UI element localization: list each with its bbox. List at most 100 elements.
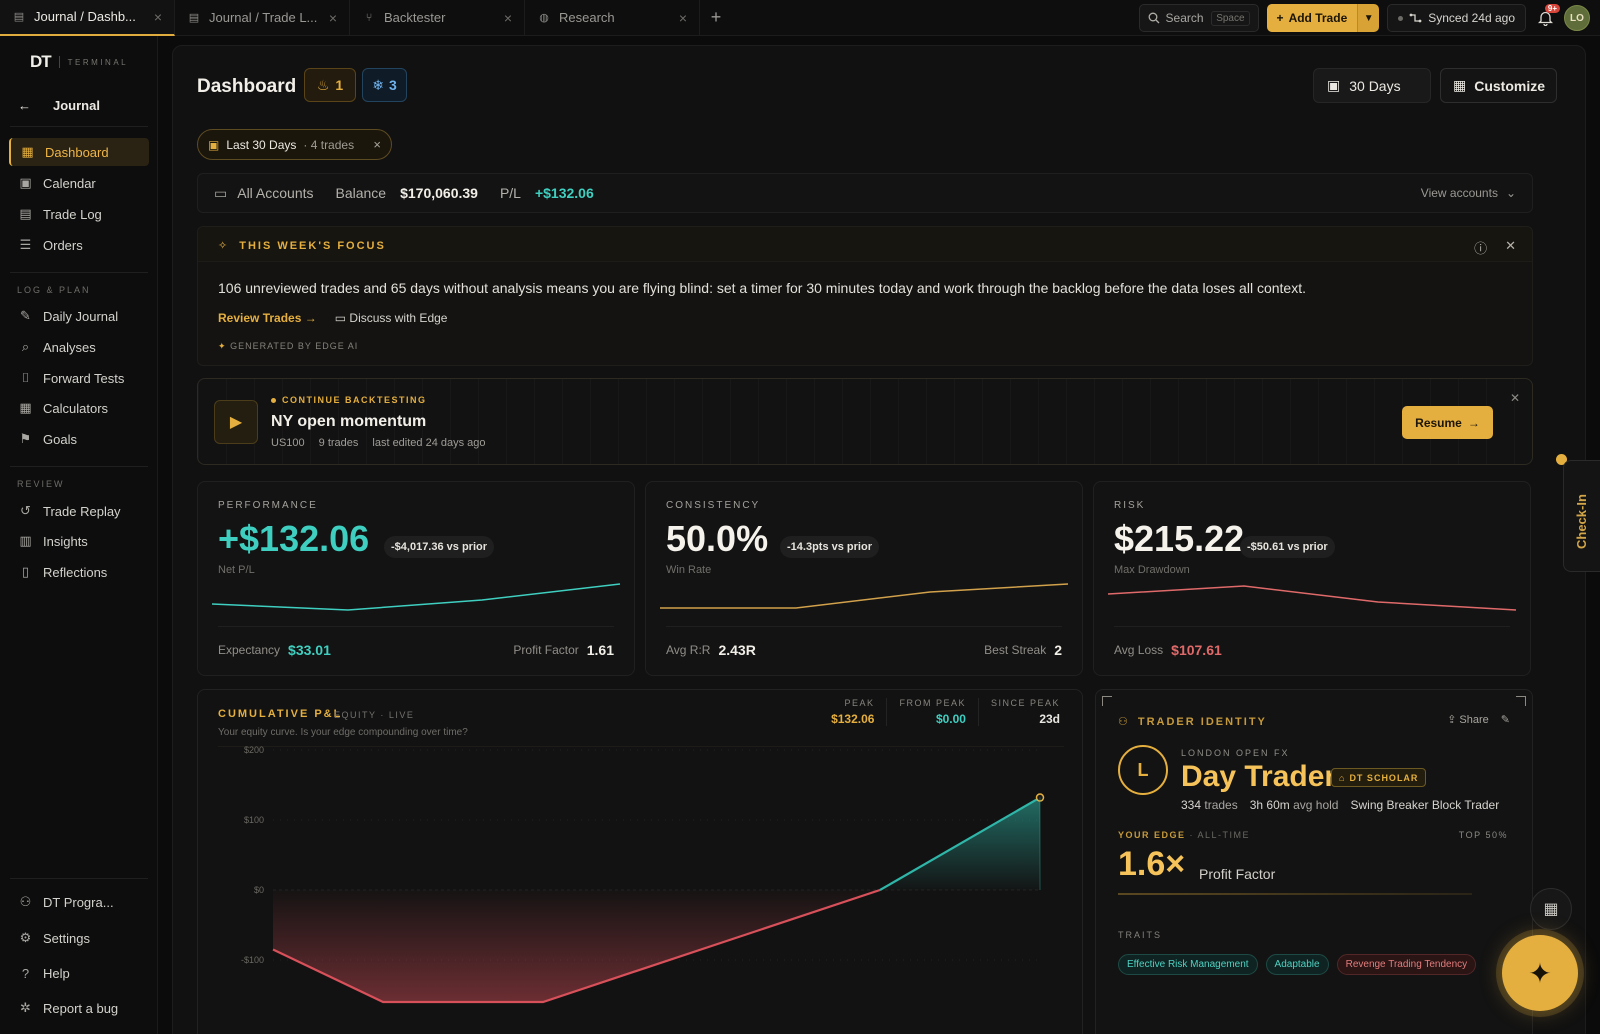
balance-label: Balance: [335, 185, 387, 201]
sidebar-item-calendar[interactable]: ▣ Calendar: [9, 169, 149, 197]
tab-label: Journal / Dashb...: [34, 9, 136, 24]
arrow-right-icon: →: [1467, 415, 1480, 430]
sidebar-item-label: Reflections: [43, 564, 108, 580]
sidebar-item-trade-log[interactable]: ▤ Trade Log: [9, 200, 149, 228]
edit-icon[interactable]: ✎: [1501, 713, 1510, 726]
tab-research[interactable]: ◍ Research ×: [525, 0, 700, 36]
tab-journal-trade-log[interactable]: ▤ Journal / Trade L... ×: [175, 0, 350, 36]
sidebar-item-settings[interactable]: ⚙ Settings: [9, 924, 149, 952]
footer-right-label: Best Streak: [984, 643, 1047, 657]
close-icon[interactable]: ×: [679, 10, 687, 26]
sync-icon: [1409, 13, 1422, 23]
share-button[interactable]: ⇪ Share: [1447, 713, 1489, 726]
avatar[interactable]: LO: [1564, 5, 1590, 31]
add-trade-dropdown[interactable]: ▼: [1357, 4, 1380, 32]
sidebar-item-trade-replay[interactable]: ↺ Trade Replay: [9, 497, 149, 525]
date-range-button[interactable]: ▣ 30 Days: [1313, 68, 1431, 103]
customize-button[interactable]: ▦ Customize: [1440, 68, 1557, 103]
close-icon[interactable]: ×: [154, 9, 162, 25]
streak-badge[interactable]: ♨ 1: [304, 68, 356, 102]
calculator-button[interactable]: ▦: [1530, 888, 1572, 930]
divider: [218, 626, 614, 627]
backtest-title: NY open momentum: [271, 413, 427, 430]
sidebar-item-help[interactable]: ? Help: [9, 959, 149, 987]
analyses-icon: ⌕: [21, 339, 30, 354]
sidebar-item-calculators[interactable]: ▦ Calculators: [9, 394, 149, 422]
sparkle-icon: ✦: [218, 341, 227, 351]
help-icon: ?: [21, 965, 30, 981]
focus-links: Review Trades → ▭ Discuss with Edge: [218, 311, 447, 325]
sidebar-item-orders[interactable]: ☰ Orders: [9, 231, 149, 259]
brand-tag: TERMINAL: [67, 57, 129, 67]
view-accounts-button[interactable]: View accounts ⌄: [1421, 186, 1516, 200]
sidebar-item-goals[interactable]: ⚑ Goals: [9, 425, 149, 453]
pl-label: P/L: [499, 185, 521, 201]
sidebar-item-analyses[interactable]: ⌕ Analyses: [9, 333, 149, 361]
add-trade-button[interactable]: + Add Trade: [1266, 4, 1358, 32]
calculator-icon: ▦: [19, 400, 32, 415]
brand-logo: DT: [30, 52, 52, 71]
chevron-down-icon: ⌄: [1505, 186, 1516, 200]
identity-subtitle: LONDON OPEN FX: [1181, 748, 1290, 758]
backtest-label: CONTINUE BACKTESTING: [271, 395, 427, 405]
pnl-stats: PEAK $132.06 FROM PEAK $0.00 SINCE PEAK …: [819, 698, 1072, 726]
scholar-label: DT SCHOLAR: [1349, 772, 1419, 783]
sidebar-item-reflections[interactable]: ▯ Reflections: [9, 558, 149, 586]
discuss-edge-link[interactable]: ▭ Discuss with Edge: [335, 311, 448, 325]
sidebar-item-dashboard[interactable]: ▦ Dashboard: [9, 138, 149, 166]
backtester-icon: ⑂: [365, 11, 373, 24]
back-to-journal[interactable]: ← Journal: [18, 93, 150, 117]
footer-right-value: 2: [1054, 642, 1062, 658]
footer-left-value: $107.61: [1171, 642, 1222, 658]
sync-status-button[interactable]: Synced 24d ago: [1387, 4, 1526, 32]
sidebar-item-dt-program[interactable]: ⚇ DT Progra...: [9, 888, 149, 916]
sidebar-item-label: Calculators: [43, 400, 109, 416]
search-button[interactable]: Search Space: [1138, 4, 1259, 32]
help-icon[interactable]: ⓘ: [1474, 238, 1487, 257]
close-icon[interactable]: ×: [329, 10, 337, 26]
card-label: CONSISTENCY: [666, 500, 761, 511]
trades-count: 334 trades: [1181, 798, 1238, 812]
play-button[interactable]: ▶: [214, 400, 258, 444]
date-range-label: 30 Days: [1349, 77, 1401, 94]
focus-actions: ⓘ ✕: [1474, 238, 1516, 257]
checkin-tab[interactable]: Check-In: [1563, 460, 1600, 572]
resume-button[interactable]: Resume →: [1402, 406, 1493, 439]
flame-icon: ♨: [316, 76, 330, 93]
tab-backtester[interactable]: ⑂ Backtester ×: [350, 0, 525, 36]
edge-label: YOUR EDGE · ALL-TIME: [1118, 830, 1250, 840]
sidebar-item-forward-tests[interactable]: ⌷ Forward Tests: [9, 364, 149, 392]
identity-type: Day Trader: [1181, 760, 1337, 793]
close-icon[interactable]: ×: [373, 137, 381, 152]
resume-label: Resume: [1415, 415, 1462, 430]
tab-journal-dashboard[interactable]: ▤ Journal / Dashb... ×: [0, 0, 175, 36]
new-tab-button[interactable]: +: [700, 0, 732, 36]
footer-left-label: Expectancy: [218, 643, 281, 657]
close-icon[interactable]: ✕: [1510, 391, 1520, 405]
sidebar-item-daily-journal[interactable]: ✎ Daily Journal: [9, 302, 149, 330]
stat-label: FROM PEAK: [899, 698, 966, 708]
tab-label: Research: [559, 10, 615, 25]
edge-ai-button[interactable]: ✦: [1502, 935, 1578, 1011]
sidebar-item-label: Settings: [43, 930, 90, 946]
top-percentile: TOP 50%: [1458, 830, 1508, 840]
stat-value: $0.00: [935, 712, 966, 726]
close-icon[interactable]: ×: [504, 10, 512, 26]
identity-actions: ⇪ Share ✎: [1447, 713, 1510, 726]
sidebar-item-label: Goals: [43, 431, 77, 447]
search-icon: [1148, 12, 1160, 24]
close-icon[interactable]: ✕: [1505, 238, 1516, 257]
review-trades-link[interactable]: Review Trades →: [218, 311, 317, 325]
sidebar-item-insights[interactable]: ▥ Insights: [9, 527, 149, 555]
sidebar-item-label: Analyses: [43, 339, 96, 355]
sidebar-item-report-bug[interactable]: ✲ Report a bug: [9, 994, 149, 1022]
notifications-button[interactable]: 9+: [1534, 4, 1560, 29]
document-icon: ▯: [21, 564, 30, 579]
edge-value: 1.6×: [1118, 845, 1186, 883]
sparkle-icon: ✧: [218, 240, 230, 252]
accounts-label[interactable]: All Accounts: [237, 185, 313, 201]
filter-chip[interactable]: ▣ Last 30 Days · 4 trades ×: [197, 129, 392, 160]
freeze-badge[interactable]: ❄ 3: [362, 68, 407, 102]
sparkle-icon: ✦: [1528, 957, 1552, 989]
backtest-edited: last edited 24 days ago: [372, 437, 486, 449]
